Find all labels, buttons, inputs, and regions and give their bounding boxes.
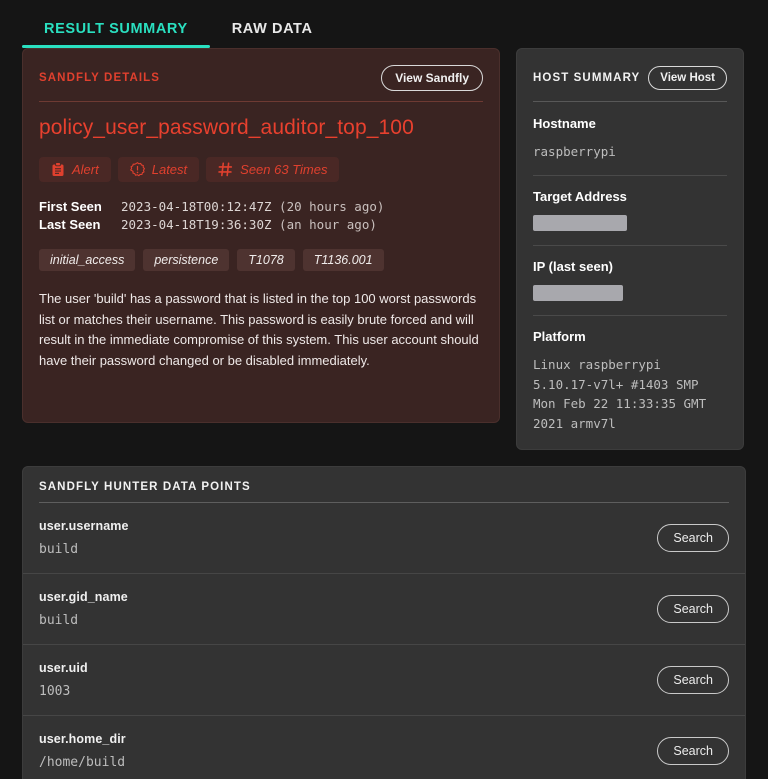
data-point-text: user.username build bbox=[39, 519, 129, 557]
sandfly-tags: initial_access persistence T1078 T1136.0… bbox=[39, 249, 483, 271]
first-seen-timestamp: 2023-04-18T00:12:47Z bbox=[121, 199, 272, 214]
host-field-target-address: Target Address bbox=[533, 189, 727, 231]
table-row: user.home_dir /home/build Search bbox=[23, 716, 745, 779]
sandfly-details-title: SANDFLY DETAILS bbox=[39, 72, 160, 84]
result-summary-page: RESULT SUMMARY RAW DATA SANDFLY DETAILS … bbox=[0, 0, 768, 779]
platform-value: Linux raspberrypi 5.10.17-v7l+ #1403 SMP… bbox=[533, 355, 727, 433]
sandfly-details-card: SANDFLY DETAILS View Sandfly policy_user… bbox=[22, 48, 500, 423]
data-point-text: user.uid 1003 bbox=[39, 661, 88, 699]
view-host-button[interactable]: View Host bbox=[648, 66, 727, 90]
data-point-text: user.gid_name build bbox=[39, 590, 128, 628]
hostname-value: raspberrypi bbox=[533, 142, 727, 161]
last-seen-timestamp: 2023-04-18T19:36:30Z bbox=[121, 217, 272, 232]
tab-result-summary[interactable]: RESULT SUMMARY bbox=[22, 21, 210, 48]
sandfly-details-header: SANDFLY DETAILS View Sandfly bbox=[39, 63, 483, 93]
hunter-data-points-card: SANDFLY HUNTER DATA POINTS user.username… bbox=[22, 466, 746, 779]
hunter-data-points-title: SANDFLY HUNTER DATA POINTS bbox=[39, 481, 729, 493]
badge-alert: Alert bbox=[39, 157, 111, 182]
host-summary-title: HOST SUMMARY bbox=[533, 72, 640, 84]
data-point-key: user.home_dir bbox=[39, 732, 126, 746]
ip-last-seen-redacted-value bbox=[533, 285, 623, 301]
search-button[interactable]: Search bbox=[657, 595, 729, 623]
data-point-value: build bbox=[39, 613, 128, 628]
last-seen-label: Last Seen bbox=[39, 217, 121, 232]
search-button[interactable]: Search bbox=[657, 737, 729, 765]
table-row: user.gid_name build Search bbox=[23, 574, 745, 645]
first-seen-value: 2023-04-18T00:12:47Z (20 hours ago) bbox=[121, 199, 384, 214]
tag-item[interactable]: persistence bbox=[143, 249, 229, 271]
hostname-label: Hostname bbox=[533, 116, 727, 131]
data-point-text: user.home_dir /home/build bbox=[39, 732, 126, 770]
data-point-value: 1003 bbox=[39, 684, 88, 699]
alert-seal-icon bbox=[130, 162, 145, 177]
data-point-key: user.gid_name bbox=[39, 590, 128, 604]
first-seen-row: First Seen 2023-04-18T00:12:47Z (20 hour… bbox=[39, 199, 483, 214]
platform-label: Platform bbox=[533, 329, 727, 344]
sandfly-badges: Alert Latest bbox=[39, 157, 483, 182]
view-sandfly-button[interactable]: View Sandfly bbox=[381, 65, 483, 91]
summary-panels-row: SANDFLY DETAILS View Sandfly policy_user… bbox=[0, 48, 768, 450]
hunter-data-points-header: SANDFLY HUNTER DATA POINTS bbox=[23, 481, 745, 493]
host-field-divider bbox=[533, 245, 727, 246]
tag-item[interactable]: T1136.001 bbox=[303, 249, 384, 271]
host-field-ip-last-seen: IP (last seen) bbox=[533, 259, 727, 301]
host-field-divider bbox=[533, 315, 727, 316]
sandfly-name: policy_user_password_auditor_top_100 bbox=[39, 116, 483, 140]
first-seen-label: First Seen bbox=[39, 199, 121, 214]
ip-last-seen-label: IP (last seen) bbox=[533, 259, 727, 274]
last-seen-relative: (an hour ago) bbox=[279, 217, 377, 232]
data-point-key: user.uid bbox=[39, 661, 88, 675]
seen-timestamps: First Seen 2023-04-18T00:12:47Z (20 hour… bbox=[39, 199, 483, 232]
host-summary-card: HOST SUMMARY View Host Hostname raspberr… bbox=[516, 48, 744, 450]
target-address-redacted-value bbox=[533, 215, 627, 231]
badge-seen-count-label: Seen 63 Times bbox=[240, 162, 327, 177]
table-row: user.uid 1003 Search bbox=[23, 645, 745, 716]
search-button[interactable]: Search bbox=[657, 666, 729, 694]
host-header-divider bbox=[533, 101, 727, 102]
tab-bar: RESULT SUMMARY RAW DATA bbox=[0, 0, 768, 48]
host-field-hostname: Hostname raspberrypi bbox=[533, 116, 727, 161]
clipboard-icon bbox=[51, 162, 65, 177]
badge-alert-label: Alert bbox=[72, 162, 99, 177]
tag-item[interactable]: initial_access bbox=[39, 249, 135, 271]
badge-latest: Latest bbox=[118, 157, 199, 182]
badge-seen-count: Seen 63 Times bbox=[206, 157, 339, 182]
data-point-value: /home/build bbox=[39, 755, 126, 770]
host-field-divider bbox=[533, 175, 727, 176]
target-address-label: Target Address bbox=[533, 189, 727, 204]
last-seen-value: 2023-04-18T19:36:30Z (an hour ago) bbox=[121, 217, 377, 232]
hash-icon bbox=[218, 162, 233, 177]
host-summary-header: HOST SUMMARY View Host bbox=[533, 63, 727, 93]
data-point-key: user.username bbox=[39, 519, 129, 533]
last-seen-row: Last Seen 2023-04-18T19:36:30Z (an hour … bbox=[39, 217, 483, 232]
host-field-platform: Platform Linux raspberrypi 5.10.17-v7l+ … bbox=[533, 329, 727, 433]
tab-raw-data[interactable]: RAW DATA bbox=[210, 21, 335, 48]
table-row: user.username build Search bbox=[23, 503, 745, 574]
search-button[interactable]: Search bbox=[657, 524, 729, 552]
tag-item[interactable]: T1078 bbox=[237, 249, 294, 271]
sandfly-description: The user 'build' has a password that is … bbox=[39, 289, 483, 371]
first-seen-relative: (20 hours ago) bbox=[279, 199, 384, 214]
sandfly-header-divider bbox=[39, 101, 483, 102]
data-point-value: build bbox=[39, 542, 129, 557]
badge-latest-label: Latest bbox=[152, 162, 187, 177]
